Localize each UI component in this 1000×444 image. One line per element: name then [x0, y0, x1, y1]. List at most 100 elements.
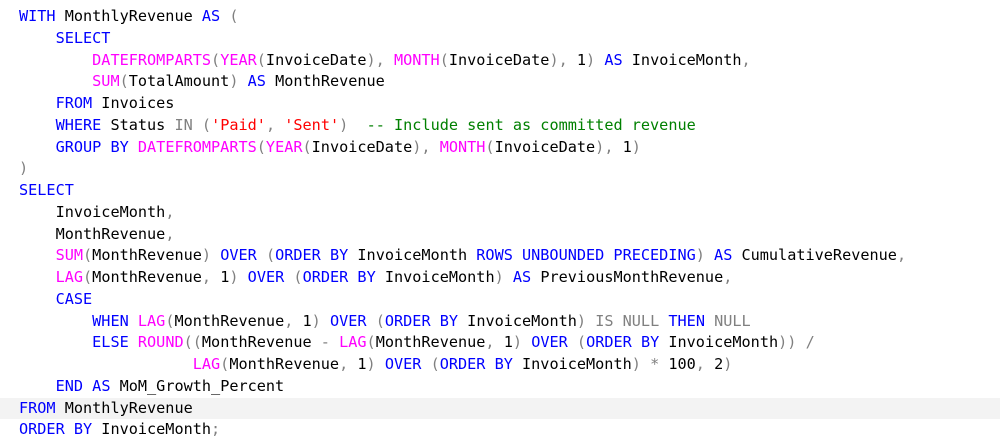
- sql-operator: ),: [549, 50, 568, 69]
- sql-identifier: PreviousMonthRevenue: [531, 268, 724, 286]
- sql-identifier: InvoiceDate: [494, 137, 596, 156]
- sql-keyword: AS: [714, 246, 733, 265]
- sql-code-editor[interactable]: WITH MonthlyRevenue AS ( SELECT DATEFROM…: [0, 0, 1000, 444]
- sql-operator: ): [631, 355, 641, 373]
- sql-identifier: [431, 138, 440, 156]
- code-line[interactable]: SUM(TotalAmount) AS MonthRevenue: [0, 71, 1000, 93]
- sql-identifier: [83, 377, 92, 395]
- code-line[interactable]: DATEFROMPARTS(YEAR(InvoiceDate), MONTH(I…: [0, 50, 1000, 72]
- sql-operator: (: [302, 137, 312, 156]
- sql-identifier: [595, 51, 604, 69]
- sql-operator: (: [83, 268, 93, 286]
- sql-identifier: Status: [101, 115, 175, 134]
- sql-operator: (: [256, 137, 266, 156]
- sql-identifier: [193, 116, 202, 134]
- sql-function: MONTH: [393, 50, 440, 69]
- code-line[interactable]: MonthRevenue,: [0, 224, 1000, 246]
- sql-function: SUM: [92, 72, 120, 91]
- sql-operator: ),: [366, 50, 385, 69]
- sql-identifier: MonthRevenue: [55, 224, 166, 243]
- sql-keyword: ORDER BY: [586, 333, 660, 352]
- sql-identifier: InvoiceMonth: [55, 202, 166, 221]
- sql-identifier: MonthRevenue: [265, 72, 385, 91]
- code-line[interactable]: WHERE Status IN ('Paid', 'Sent') -- Incl…: [0, 115, 1000, 137]
- sql-operator: ,: [896, 246, 907, 265]
- code-line[interactable]: END AS MoM_Growth_Percent: [0, 376, 1000, 398]
- sql-identifier: InvoiceMonth: [458, 311, 577, 330]
- sql-function: ROUND: [137, 333, 184, 352]
- code-line[interactable]: ): [0, 158, 1000, 180]
- sql-function: DATEFROMPARTS: [137, 137, 257, 156]
- sql-identifier: 1: [567, 50, 587, 69]
- sql-keyword: ELSE: [92, 333, 129, 352]
- sql-keyword: ORDER BY: [275, 246, 349, 265]
- sql-operator: IS NULL: [595, 311, 660, 330]
- sql-keyword: END: [55, 376, 84, 395]
- sql-identifier: [275, 116, 284, 134]
- sql-operator: (: [220, 355, 230, 373]
- sql-operator: ,: [339, 355, 349, 373]
- sql-identifier: [367, 312, 376, 330]
- sql-operator: ): [723, 355, 733, 373]
- sql-keyword: THEN: [668, 311, 705, 330]
- code-line[interactable]: CASE: [0, 289, 1000, 311]
- code-line[interactable]: GROUP BY DATEFROMPARTS(YEAR(InvoiceDate)…: [0, 137, 1000, 159]
- sql-identifier: InvoiceDate: [448, 50, 550, 69]
- code-line[interactable]: WITH MonthlyRevenue AS (: [0, 6, 1000, 28]
- sql-operator: ,: [201, 268, 212, 286]
- sql-identifier: MonthlyRevenue: [55, 398, 193, 417]
- sql-identifier: InvoiceMonth: [375, 268, 495, 286]
- sql-identifier: InvoiceMonth: [92, 420, 212, 439]
- sql-identifier: [239, 268, 248, 286]
- code-line[interactable]: LAG(MonthRevenue, 1) OVER (ORDER BY Invo…: [0, 354, 1000, 376]
- sql-identifier: [321, 312, 330, 330]
- code-line[interactable]: ELSE ROUND((MonthRevenue - LAG(MonthReve…: [0, 332, 1000, 354]
- sql-operator: ): [339, 115, 349, 134]
- sql-operator: ): [494, 268, 504, 286]
- sql-keyword: SELECT: [19, 181, 74, 199]
- sql-operator: (: [366, 333, 376, 352]
- code-line[interactable]: SELECT: [0, 28, 1000, 50]
- sql-keyword: AS: [201, 7, 221, 25]
- sql-keyword: ORDER BY: [19, 420, 93, 439]
- code-line[interactable]: WHEN LAG(MonthRevenue, 1) OVER (ORDER BY…: [0, 311, 1000, 333]
- sql-operator: ,: [741, 50, 751, 69]
- sql-identifier: [504, 268, 513, 286]
- code-line[interactable]: ORDER BY InvoiceMonth;: [0, 419, 1000, 441]
- sql-identifier: 1: [211, 268, 230, 286]
- sql-operator: ),: [595, 137, 614, 156]
- code-line[interactable]: SUM(MonthRevenue) OVER (ORDER BY Invoice…: [0, 245, 1000, 267]
- sql-operator: ): [229, 72, 239, 91]
- sql-identifier: InvoiceDate: [311, 137, 413, 156]
- sql-identifier: [376, 355, 385, 373]
- sql-operator: ,: [165, 202, 175, 221]
- sql-operator: ): [229, 268, 239, 286]
- sql-operator: ): [576, 311, 587, 330]
- sql-identifier: InvoiceDate: [265, 50, 367, 69]
- sql-operator: (: [265, 246, 276, 265]
- sql-operator: (: [576, 333, 587, 352]
- sql-identifier: MonthRevenue: [92, 268, 202, 286]
- sql-operator: ,: [165, 224, 175, 243]
- code-line[interactable]: SELECT: [0, 180, 1000, 202]
- sql-operator: ,: [284, 311, 294, 330]
- sql-identifier: [129, 333, 138, 351]
- sql-function: SUM: [55, 246, 84, 265]
- code-line-current[interactable]: FROM MonthlyRevenue: [0, 397, 1000, 420]
- sql-identifier: [705, 312, 714, 330]
- sql-identifier: MoM_Growth_Percent: [110, 376, 285, 395]
- code-line[interactable]: InvoiceMonth,: [0, 202, 1000, 224]
- code-line[interactable]: FROM Invoices: [0, 93, 1000, 115]
- sql-keyword: OVER: [531, 333, 568, 352]
- sql-keyword: FROM: [55, 94, 93, 112]
- code-line[interactable]: LAG(MonthRevenue, 1) OVER (ORDER BY Invo…: [0, 267, 1000, 289]
